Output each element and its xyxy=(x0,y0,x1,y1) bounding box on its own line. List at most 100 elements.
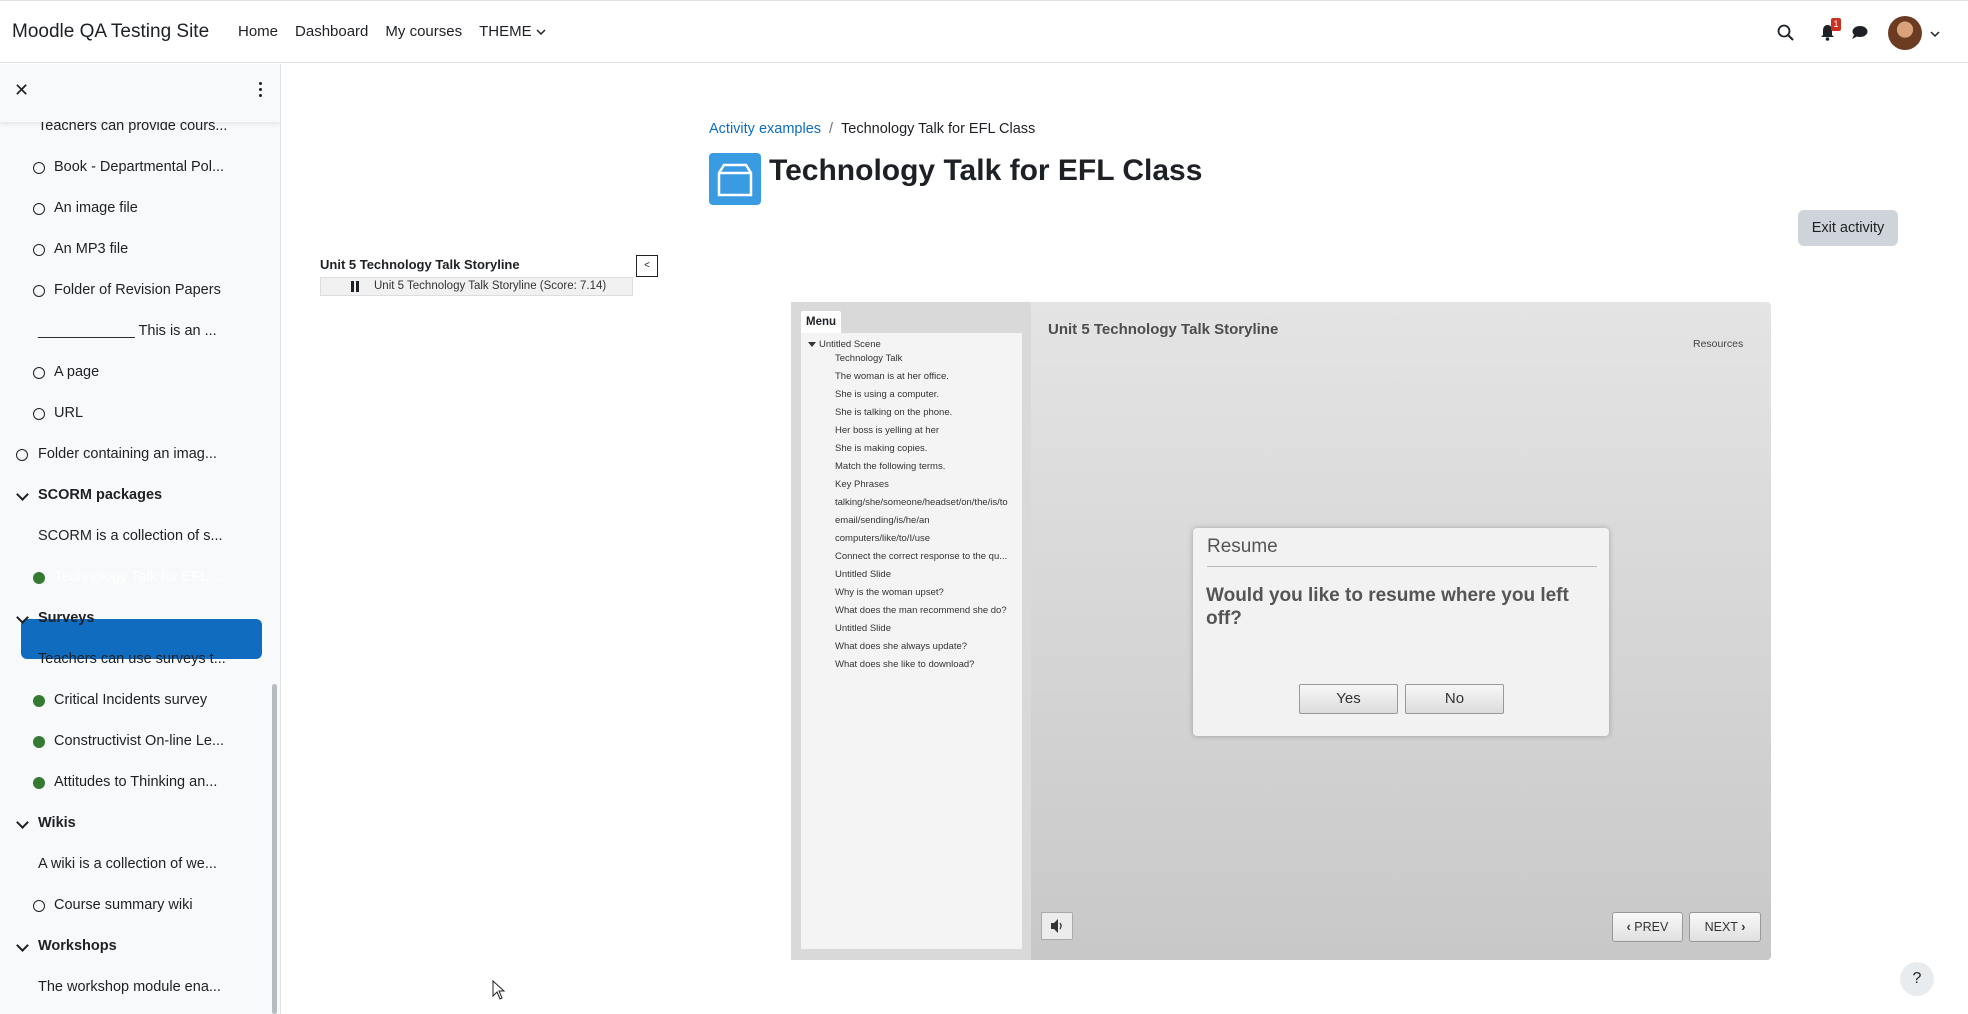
course-index-item[interactable]: Course summary wiki xyxy=(0,897,270,917)
menu-scene[interactable]: Untitled Scene xyxy=(808,339,881,350)
course-index-item[interactable]: A wiki is a collection of we... xyxy=(0,856,270,876)
course-index-item-label: An MP3 file xyxy=(54,241,129,257)
course-index-item-label: Technology Talk for EFL ... xyxy=(54,569,225,585)
menu-slide-item[interactable]: Her boss is yelling at her xyxy=(835,425,939,436)
kebab-menu-icon[interactable] xyxy=(258,82,264,102)
chevron-down-icon[interactable] xyxy=(16,939,29,952)
menu-slide-item[interactable]: The woman is at her office. xyxy=(835,371,949,382)
menu-slide-item[interactable]: Match the following terms. xyxy=(835,461,945,472)
menu-slide-item[interactable]: What does she always update? xyxy=(835,641,967,652)
course-index-item-label: Workshops xyxy=(38,938,117,954)
course-index-item-label: ____________ This is an ... xyxy=(38,323,217,339)
prev-label: PREV xyxy=(1634,920,1669,934)
course-index-item-label: SCORM packages xyxy=(38,487,163,503)
course-index-item-label: The workshop module ena... xyxy=(38,979,221,995)
course-index-item[interactable]: The workshop module ena... xyxy=(0,979,270,999)
complete-dot-icon xyxy=(33,777,45,789)
incomplete-circle-icon xyxy=(33,244,45,256)
course-index-section[interactable]: Wikis xyxy=(0,815,270,835)
course-index-item-label: Surveys xyxy=(38,610,95,626)
user-avatar[interactable] xyxy=(1888,16,1922,50)
incomplete-circle-icon xyxy=(16,449,28,461)
page-title: Technology Talk for EFL Class xyxy=(769,154,1203,187)
menu-tab[interactable]: Menu xyxy=(801,311,841,333)
speaker-icon xyxy=(1051,919,1062,933)
chevron-down-icon[interactable] xyxy=(16,488,29,501)
course-index-item-label: Wikis xyxy=(38,815,76,831)
menu-slide-item[interactable]: What does she like to download? xyxy=(835,659,974,670)
messages-icon[interactable] xyxy=(1851,25,1868,40)
course-index-drawer: ✕ Teachers can provide cours... Book - De… xyxy=(0,64,281,1014)
search-icon[interactable] xyxy=(1777,24,1794,41)
course-index-item-label: A page xyxy=(54,364,100,380)
menu-slide-item[interactable]: She is talking on the phone. xyxy=(835,407,952,418)
course-index-item[interactable]: Critical Incidents survey xyxy=(0,692,270,712)
course-index-item[interactable]: An MP3 file xyxy=(0,241,270,261)
site-name[interactable]: Moodle QA Testing Site xyxy=(12,21,209,43)
menu-slide-item[interactable]: Untitled Slide xyxy=(835,569,891,580)
course-index-item[interactable]: Book - Departmental Pol... xyxy=(0,159,270,179)
drawer-scrollbar[interactable] xyxy=(272,684,277,1014)
course-index-section[interactable]: Workshops xyxy=(0,938,270,958)
course-index-item[interactable]: An image file xyxy=(0,200,270,220)
user-menu-chevron-icon[interactable] xyxy=(1930,30,1940,38)
menu-slide-item[interactable]: Why is the woman upset? xyxy=(835,587,944,598)
chevron-down-icon[interactable] xyxy=(16,611,29,624)
course-index-item-label: A wiki is a collection of we... xyxy=(38,856,217,872)
incomplete-circle-icon xyxy=(33,203,45,215)
breadcrumb-parent-link[interactable]: Activity examples xyxy=(709,121,821,137)
top-navbar: Moodle QA Testing Site Home Dashboard My… xyxy=(0,0,1968,63)
course-index-item[interactable]: URL xyxy=(0,405,270,425)
exit-activity-button[interactable]: Exit activity xyxy=(1798,210,1898,246)
prev-button[interactable]: ‹ PREV xyxy=(1612,912,1683,942)
course-index-item[interactable]: SCORM is a collection of s... xyxy=(0,528,270,548)
course-index-item[interactable]: A page xyxy=(0,364,270,384)
course-index-item-active[interactable]: Technology Talk for EFL ... xyxy=(0,569,270,589)
nav-my-courses-link[interactable]: My courses xyxy=(385,23,462,40)
chevron-down-icon[interactable] xyxy=(16,816,29,829)
course-index-item-label: URL xyxy=(54,405,84,421)
next-button[interactable]: NEXT › xyxy=(1689,912,1761,942)
help-button[interactable]: ? xyxy=(1900,962,1934,996)
toc-entry[interactable]: Unit 5 Technology Talk Storyline (Score:… xyxy=(320,277,633,296)
menu-slide-item[interactable]: computers/like/to/I/use xyxy=(835,533,930,544)
menu-slide-item[interactable]: talking/she/someone/headset/on/the/is/to xyxy=(835,497,1008,508)
menu-slide-item[interactable]: She is making copies. xyxy=(835,443,927,454)
sound-button[interactable] xyxy=(1041,912,1073,940)
no-button[interactable]: No xyxy=(1405,684,1504,714)
menu-slide-item[interactable]: Key Phrases xyxy=(835,479,889,490)
menu-slide-item[interactable]: Technology Talk xyxy=(835,353,902,364)
menu-slide-item[interactable]: email/sending/is/he/an xyxy=(835,515,930,526)
yes-button[interactable]: Yes xyxy=(1299,684,1398,714)
player-menu-list: Untitled Scene Technology Talk The woman … xyxy=(801,333,1022,949)
complete-dot-icon xyxy=(33,695,45,707)
course-index-section[interactable]: SCORM packages xyxy=(0,487,270,507)
toc-collapse-button[interactable]: < xyxy=(636,255,658,277)
dialog-message: Would you like to resume where you left … xyxy=(1206,585,1569,629)
menu-slide-item[interactable]: What does the man recommend she do? xyxy=(835,605,1007,616)
menu-slide-item[interactable]: Untitled Slide xyxy=(835,623,891,634)
scorm-package-icon xyxy=(709,153,761,205)
course-index-item[interactable]: Teachers can use surveys t... xyxy=(0,651,270,671)
resources-link[interactable]: Resources xyxy=(1693,338,1743,350)
breadcrumb-current: Technology Talk for EFL Class xyxy=(841,121,1036,137)
course-index-item-label: Folder of Revision Papers xyxy=(54,282,221,298)
course-index-item[interactable]: ____________ This is an ... xyxy=(0,323,270,343)
course-index-item[interactable]: Folder of Revision Papers xyxy=(0,282,270,302)
next-label: NEXT xyxy=(1704,920,1738,934)
nav-dashboard-link[interactable]: Dashboard xyxy=(295,23,368,40)
dialog-title: Resume xyxy=(1207,536,1597,567)
menu-slide-item[interactable]: She is using a computer. xyxy=(835,389,939,400)
nav-theme-menu[interactable]: THEME xyxy=(479,23,546,40)
nav-home-link[interactable]: Home xyxy=(238,23,278,40)
course-index-section[interactable]: Surveys xyxy=(0,610,270,630)
course-index-item[interactable]: Attitudes to Thinking an... xyxy=(0,774,270,794)
incomplete-circle-icon xyxy=(33,367,45,379)
course-index-item[interactable]: Folder containing an imag... xyxy=(0,446,270,466)
course-index-item[interactable]: Constructivist On-line Le... xyxy=(0,733,270,753)
course-index-item-label: Course summary wiki xyxy=(54,897,193,913)
chevron-right-icon: › xyxy=(1741,920,1746,934)
close-icon[interactable]: ✕ xyxy=(14,80,29,101)
scorm-player: Menu Untitled Scene Technology Talk The w… xyxy=(791,302,1771,960)
menu-slide-item[interactable]: Connect the correct response to the qu..… xyxy=(835,551,1007,562)
